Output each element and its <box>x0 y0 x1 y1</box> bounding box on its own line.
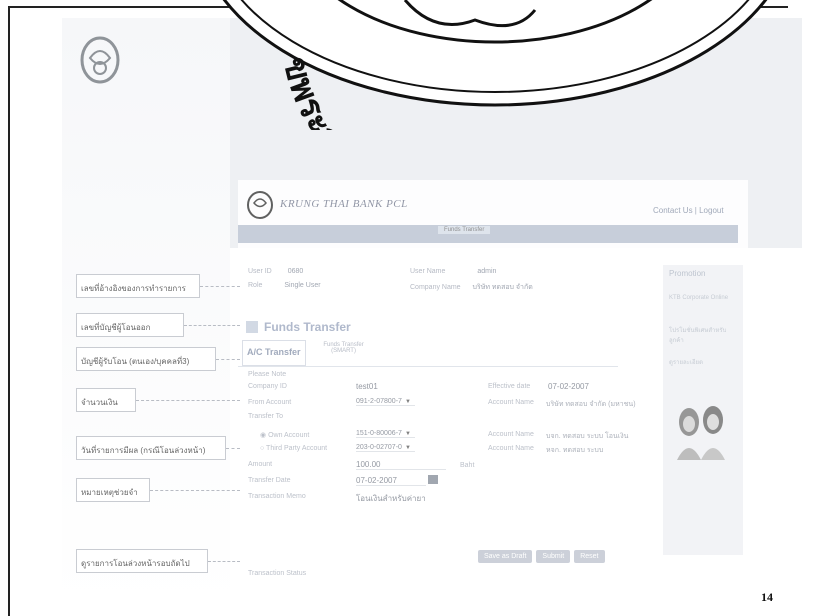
own-account-radio[interactable]: ◉ Own Account <box>260 431 309 439</box>
callout-from-account: เลขที่บัญชีผู้โอนออก <box>76 313 184 337</box>
leader-line <box>226 448 240 449</box>
calendar-icon[interactable] <box>428 475 438 484</box>
promo-photo-icon <box>677 406 725 460</box>
role-row: Role Single User <box>248 282 321 289</box>
from-account-name-label: Account Name <box>488 399 534 406</box>
ktb-app-logo-icon <box>247 191 273 219</box>
amount-unit: Baht <box>460 462 475 469</box>
section-title-icon <box>246 321 258 333</box>
memo-label: Transaction Memo <box>248 493 306 500</box>
callout-future-transfers: ดูรายการโอนล่วงหน้ารอบถัดไป <box>76 549 208 573</box>
ktb-logo-icon <box>80 36 120 84</box>
leader-line <box>200 286 240 287</box>
third-party-select[interactable]: 203-0-02707-0 ▼ <box>356 444 415 452</box>
dropdown-arrow-icon: ▼ <box>404 399 411 405</box>
transfer-date-input[interactable]: 07-02-2007 <box>356 476 426 486</box>
transfer-tabs: A/C Transfer Funds Transfer (SMART) <box>242 340 382 366</box>
company-name-row: Company Name บริษัท ทดสอบ จำกัด <box>410 284 533 291</box>
leader-line <box>208 561 240 562</box>
submit-button[interactable]: Submit <box>536 550 571 563</box>
own-account-name-label: Account Name <box>488 431 534 438</box>
header-links[interactable]: Contact Us | Logout <box>653 206 724 215</box>
callout-to-account: บัญชีผู้รับโอน (ตนเอง/บุคคลที่3) <box>76 347 216 371</box>
please-note: Please Note <box>248 371 287 378</box>
university-seal-icon: ขพระจอมเกล้าเจ้าคุณ <box>222 0 768 130</box>
tab-funds-transfer-smart[interactable]: Funds Transfer (SMART) <box>306 340 382 366</box>
from-account-label: From Account <box>248 399 292 406</box>
nav-tab-funds-transfer[interactable]: Funds Transfer <box>438 226 491 234</box>
dropdown-arrow-icon: ▼ <box>404 431 411 437</box>
section-title: Funds Transfer <box>246 318 356 336</box>
bank-brand: KRUNG THAI BANK PCL <box>280 198 408 210</box>
transfer-to-label: Transfer To <box>248 413 284 420</box>
amount-label: Amount <box>248 461 273 468</box>
save-draft-button[interactable]: Save as Draft <box>478 550 533 563</box>
from-account-select[interactable]: 091-2-07800-7 ▼ <box>356 398 415 406</box>
third-party-name-value: หจก. ทดสอบ ระบบ <box>546 447 604 454</box>
leader-line <box>150 490 240 491</box>
third-party-name-label: Account Name <box>488 445 534 452</box>
promotion-line[interactable]: โปรโมชั่นพิเศษสำหรับลูกค้า <box>669 325 739 345</box>
company-id-value: test01 <box>356 382 378 391</box>
user-id-row: User ID 0680 <box>248 268 304 275</box>
company-id-label: Company ID <box>248 383 287 390</box>
banking-app-screenshot: KRUNG THAI BANK PCL Contact Us | Logout … <box>238 180 748 590</box>
reset-button[interactable]: Reset <box>574 550 605 563</box>
third-party-radio[interactable]: ○ Third Party Account <box>260 445 327 452</box>
transfer-date-label: Transfer Date <box>248 477 291 484</box>
callout-memo: หมายเหตุช่วยจำ <box>76 478 150 502</box>
from-account-name-value: บริษัท ทดสอบ จำกัด (มหาชน) <box>546 401 636 408</box>
transaction-status-link[interactable]: Transaction Status <box>248 570 306 577</box>
leader-line <box>216 359 240 360</box>
effective-date-value: 07-02-2007 <box>548 382 589 391</box>
leader-line <box>136 400 240 401</box>
callout-reference-number: เลขที่อ้างอิงของการทำรายการ <box>76 274 200 298</box>
promotion-line[interactable]: ดูรายละเอียด <box>669 357 739 367</box>
user-name-row: User Name admin <box>410 268 497 275</box>
effective-date-label: Effective date <box>488 383 531 390</box>
tab-ac-transfer[interactable]: A/C Transfer <box>242 340 306 366</box>
tab-divider <box>238 366 618 367</box>
app-navbar: Funds Transfer <box>238 225 738 243</box>
app-header: KRUNG THAI BANK PCL Contact Us | Logout <box>238 180 748 225</box>
memo-input[interactable]: โอนเงินสำหรับค่ายา <box>356 492 426 505</box>
amount-input[interactable]: 100.00 <box>356 460 446 470</box>
page-number: 14 <box>761 590 773 604</box>
own-account-name-value: บจก. ทดสอบ ระบบ โอนเงิน <box>546 433 629 440</box>
own-account-select[interactable]: 151-0-80006-7 ▼ <box>356 430 415 438</box>
promotion-line[interactable]: KTB Corporate Online <box>669 295 739 301</box>
dropdown-arrow-icon: ▼ <box>404 445 411 451</box>
promotion-title: Promotion <box>669 269 706 278</box>
callout-amount: จำนวนเงิน <box>76 388 136 412</box>
form-buttons: Save as Draft Submit Reset <box>478 550 605 563</box>
leader-line <box>184 325 240 326</box>
callout-effective-date: วันที่รายการมีผล (กรณีโอนล่วงหน้า) <box>76 436 226 460</box>
